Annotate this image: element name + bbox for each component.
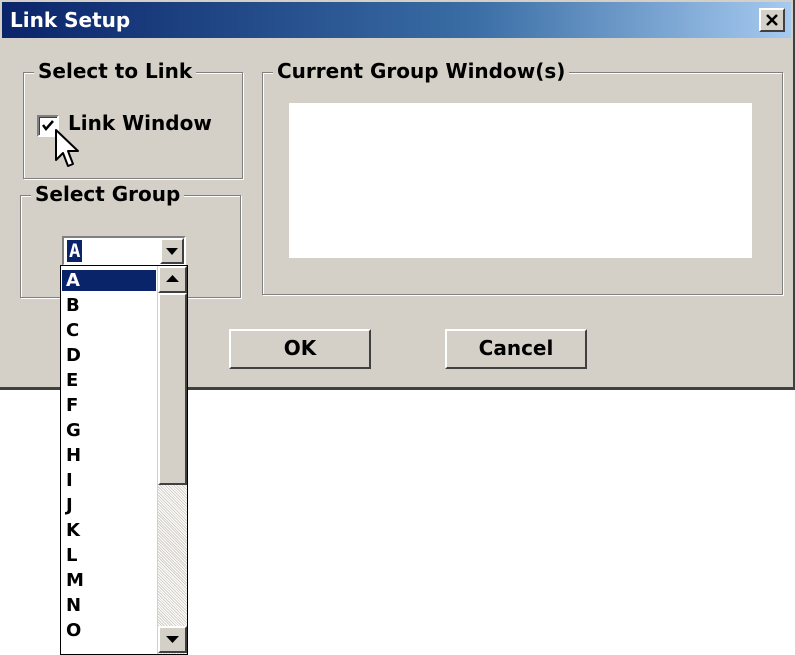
group-select-dropdown-button[interactable] — [160, 238, 184, 264]
cancel-button[interactable]: Cancel — [445, 329, 587, 369]
close-icon — [766, 14, 778, 26]
scroll-up-button[interactable] — [158, 266, 187, 293]
scroll-down-button[interactable] — [158, 626, 187, 653]
dropdown-scrollbar[interactable] — [157, 266, 187, 654]
group-select-value: A — [67, 240, 83, 262]
window-title: Link Setup — [10, 8, 131, 32]
dropdown-option[interactable]: G — [62, 420, 156, 441]
arrow-up-icon — [166, 275, 179, 282]
select-group-legend: Select Group — [31, 182, 185, 206]
dropdown-option[interactable]: I — [62, 470, 156, 491]
close-button[interactable] — [759, 8, 785, 32]
dropdown-option[interactable]: B — [62, 295, 156, 316]
dropdown-option[interactable]: N — [62, 595, 156, 616]
arrow-down-icon — [166, 636, 179, 643]
select-to-link-legend: Select to Link — [34, 59, 197, 83]
dropdown-option[interactable]: M — [62, 570, 156, 591]
dropdown-option[interactable]: J — [62, 495, 156, 516]
ok-button[interactable]: OK — [229, 329, 371, 369]
mouse-pointer-icon — [55, 129, 79, 167]
current-group-windows-list[interactable] — [289, 103, 752, 258]
dropdown-option[interactable]: D — [62, 345, 156, 366]
dropdown-option[interactable]: F — [62, 395, 156, 416]
group-select-combobox[interactable]: A — [62, 236, 186, 266]
chevron-down-icon — [166, 248, 178, 255]
dropdown-option[interactable]: H — [62, 445, 156, 466]
dropdown-option[interactable]: K — [62, 520, 156, 541]
dropdown-option[interactable]: E — [62, 370, 156, 391]
scroll-thumb[interactable] — [158, 293, 187, 485]
group-dropdown-list[interactable]: A B C D E F G H I J K L M N O — [60, 265, 188, 655]
dropdown-option[interactable]: A — [62, 270, 156, 291]
title-bar[interactable]: Link Setup — [2, 2, 791, 38]
dropdown-option[interactable]: O — [62, 620, 156, 641]
current-group-windows-group: Current Group Window(s) — [262, 59, 783, 295]
dropdown-option[interactable]: L — [62, 545, 156, 566]
current-group-windows-legend: Current Group Window(s) — [273, 59, 570, 83]
link-window-label[interactable]: Link Window — [68, 111, 212, 135]
dropdown-option[interactable]: C — [62, 320, 156, 341]
